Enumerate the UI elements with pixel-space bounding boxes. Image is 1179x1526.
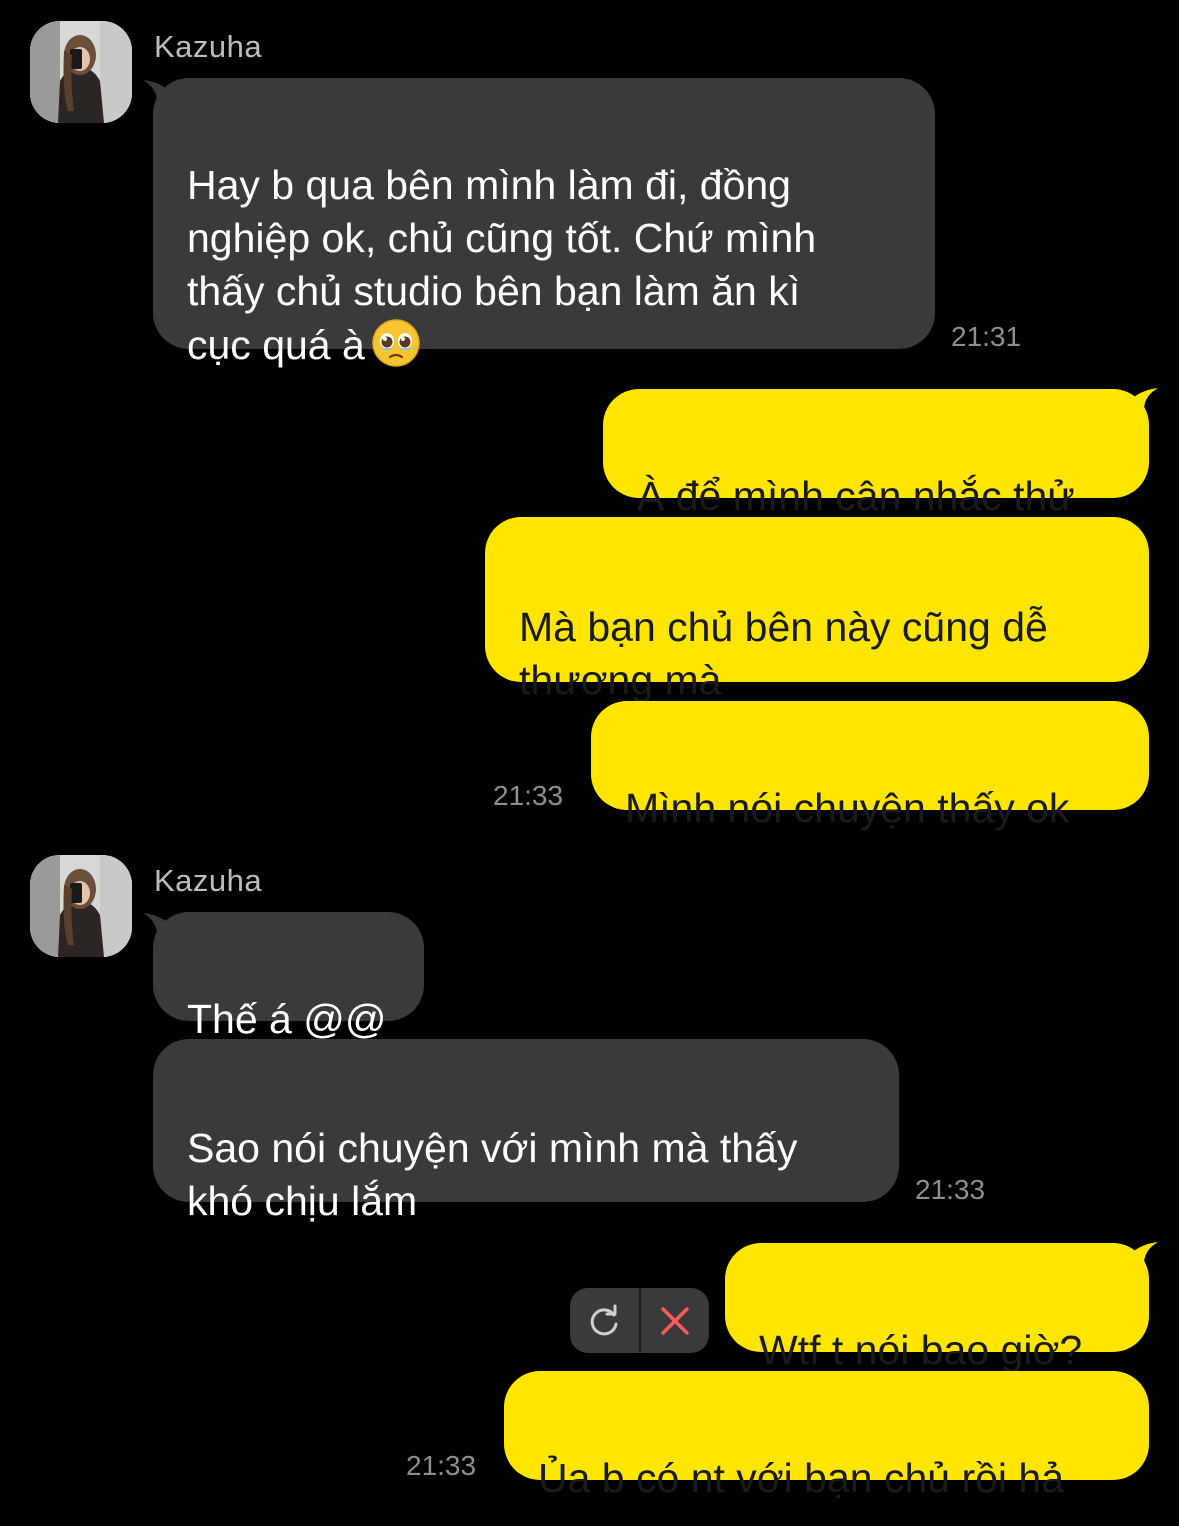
outgoing-message[interactable]: Wtf t nói bao giờ?	[725, 1243, 1149, 1373]
message-text: Mà bạn chủ bên này cũng dễ thương mà	[519, 604, 1048, 703]
outgoing-message[interactable]: Mình nói chuyện thấy ok	[591, 701, 1149, 831]
incoming-message[interactable]: Thế á @@	[153, 912, 424, 1042]
sender-name: Kazuha	[154, 863, 263, 898]
message-text: À để mình cân nhắc thử	[637, 473, 1075, 519]
sender-name: Kazuha	[154, 29, 263, 64]
outgoing-message[interactable]: À để mình cân nhắc thử	[603, 389, 1149, 519]
message-time: 21:31	[951, 321, 1022, 352]
message-time: 21:33	[493, 780, 564, 811]
message-text: Thế á @@	[187, 996, 387, 1042]
pleading-face-icon	[371, 318, 421, 368]
avatar[interactable]	[30, 855, 132, 957]
outgoing-message[interactable]: Ủa b có nt với bạn chủ rồi hả	[504, 1371, 1149, 1501]
message-text: Mình nói chuyện thấy ok	[625, 785, 1070, 831]
incoming-message[interactable]: Hay b qua bên mình làm đi, đồng nghiệp o…	[153, 78, 935, 368]
retry-button[interactable]	[570, 1288, 639, 1353]
message-time: 21:33	[406, 1450, 477, 1481]
message-time: 21:33	[915, 1174, 986, 1205]
failed-message-actions	[570, 1288, 709, 1353]
message-text: Hay b qua bên mình làm đi, đồng nghiệp o…	[187, 162, 817, 368]
retry-icon	[590, 1304, 618, 1335]
message-text: Sao nói chuyện với mình mà thấy khó chịu…	[187, 1125, 798, 1224]
cancel-button[interactable]	[641, 1288, 710, 1353]
outgoing-message[interactable]: Mà bạn chủ bên này cũng dễ thương mà	[485, 517, 1149, 703]
avatar[interactable]	[30, 21, 132, 123]
close-icon	[661, 1306, 689, 1335]
message-text: Wtf t nói bao giờ?	[759, 1327, 1083, 1373]
message-text: Ủa b có nt với bạn chủ rồi hả	[538, 1455, 1065, 1501]
incoming-message[interactable]: Sao nói chuyện với mình mà thấy khó chịu…	[153, 1039, 899, 1224]
